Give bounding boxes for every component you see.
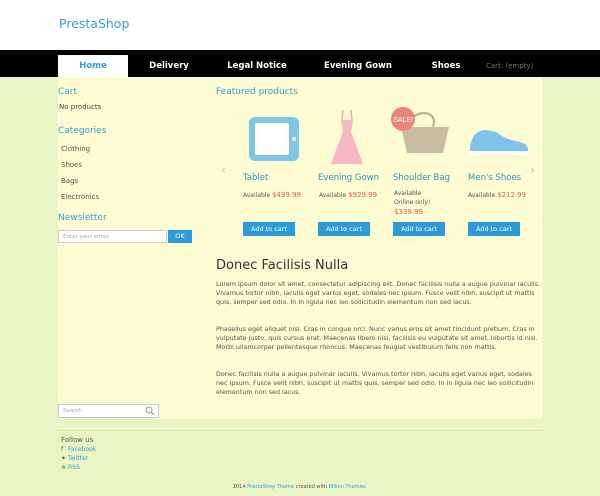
newsletter-ok-button[interactable]: OK xyxy=(168,230,192,243)
nav-item-legal-notice[interactable]: Legal Notice xyxy=(222,55,292,77)
carousel-next-icon[interactable]: › xyxy=(530,163,535,177)
footer-divider xyxy=(58,430,542,431)
category-shoes[interactable]: Shoes xyxy=(61,161,82,169)
product-availability: Available $212.99 xyxy=(468,191,527,199)
article-title: Donec Facilisis Nulla xyxy=(216,258,349,273)
article-paragraph: Lorem ipsum dolor sit amet, consectetur … xyxy=(216,280,541,306)
nav-item-delivery[interactable]: Delivery xyxy=(138,55,200,77)
carousel-prev-icon[interactable]: ‹ xyxy=(221,163,226,177)
themler-link[interactable]: Billion Themler. xyxy=(329,484,368,490)
prestashop-theme-link[interactable]: PrestaShop Theme xyxy=(247,484,294,490)
sale-badge: SALE! xyxy=(393,117,413,124)
add-to-cart-button[interactable]: Add to cart xyxy=(243,222,295,236)
twitter-link[interactable]: ✦ Twitter xyxy=(61,455,88,462)
category-clothing[interactable]: Clothing xyxy=(61,145,90,153)
product-availability: Available $929.99 xyxy=(319,191,378,199)
footer-credits: 2014 PrestaShop Theme created with Billi… xyxy=(232,484,368,490)
shoulder-bag-product-image[interactable]: SALE! xyxy=(391,105,453,163)
nav-item-home[interactable]: Home xyxy=(58,55,128,77)
article-paragraph: Donec facilisis nulla a augue pulvinar i… xyxy=(216,370,534,396)
site-logo[interactable]: PrestaShop xyxy=(59,16,129,31)
cart-empty-text: No products xyxy=(59,103,102,111)
twitter-icon: ✦ xyxy=(61,455,67,462)
rss-icon: ≋ xyxy=(61,464,67,471)
main-nav: Home Delivery Legal Notice Evening Gown … xyxy=(0,50,600,77)
newsletter-email-input[interactable]: Enter your email xyxy=(58,230,167,243)
product-price: $339.99 xyxy=(394,208,423,216)
nav-item-shoes[interactable]: Shoes xyxy=(425,55,467,77)
add-to-cart-button[interactable]: Add to cart xyxy=(393,222,445,236)
product-name-mens-shoes[interactable]: Men's Shoes xyxy=(468,173,521,183)
rss-link[interactable]: ≋ RSS xyxy=(61,464,80,471)
article-paragraph: Phasellus eget aliquet nisi. Cras in con… xyxy=(216,325,538,351)
product-price: $929.99 xyxy=(348,191,378,199)
product-price: $499.99 xyxy=(272,191,302,199)
product-name-tablet[interactable]: Tablet xyxy=(243,173,268,183)
facebook-link[interactable]: f Facebook xyxy=(61,446,96,453)
category-bags[interactable]: Bags xyxy=(61,177,78,185)
add-to-cart-button[interactable]: Add to cart xyxy=(318,222,370,236)
add-to-cart-button[interactable]: Add to cart xyxy=(468,222,520,236)
product-availability: Available xyxy=(394,190,422,197)
online-only-label: Online only! xyxy=(394,199,431,206)
header-cart-status[interactable]: Cart: (empty) xyxy=(486,62,533,70)
cart-title[interactable]: Cart xyxy=(58,87,77,97)
mens-shoes-product-image[interactable] xyxy=(466,120,532,158)
evening-gown-product-image[interactable] xyxy=(327,108,367,166)
search-input[interactable]: Search xyxy=(58,404,159,418)
featured-products-title: Featured products xyxy=(216,87,298,97)
tablet-product-image[interactable] xyxy=(246,114,302,164)
search-icon[interactable] xyxy=(145,406,155,416)
product-name-shoulder-bag[interactable]: Shoulder Bag xyxy=(393,173,450,183)
product-availability: Available $499.99 xyxy=(243,191,302,199)
site-header: PrestaShop xyxy=(0,0,600,50)
category-electronics[interactable]: Electronics xyxy=(61,193,99,201)
follow-us-title: Follow us xyxy=(61,436,94,444)
categories-title: Categories xyxy=(58,126,107,136)
nav-item-evening-gown[interactable]: Evening Gown xyxy=(321,55,395,77)
facebook-icon: f xyxy=(61,446,64,453)
product-price: $212.99 xyxy=(497,191,527,199)
product-name-evening-gown[interactable]: Evening Gown xyxy=(318,173,379,183)
newsletter-title: Newsletter xyxy=(58,213,107,223)
